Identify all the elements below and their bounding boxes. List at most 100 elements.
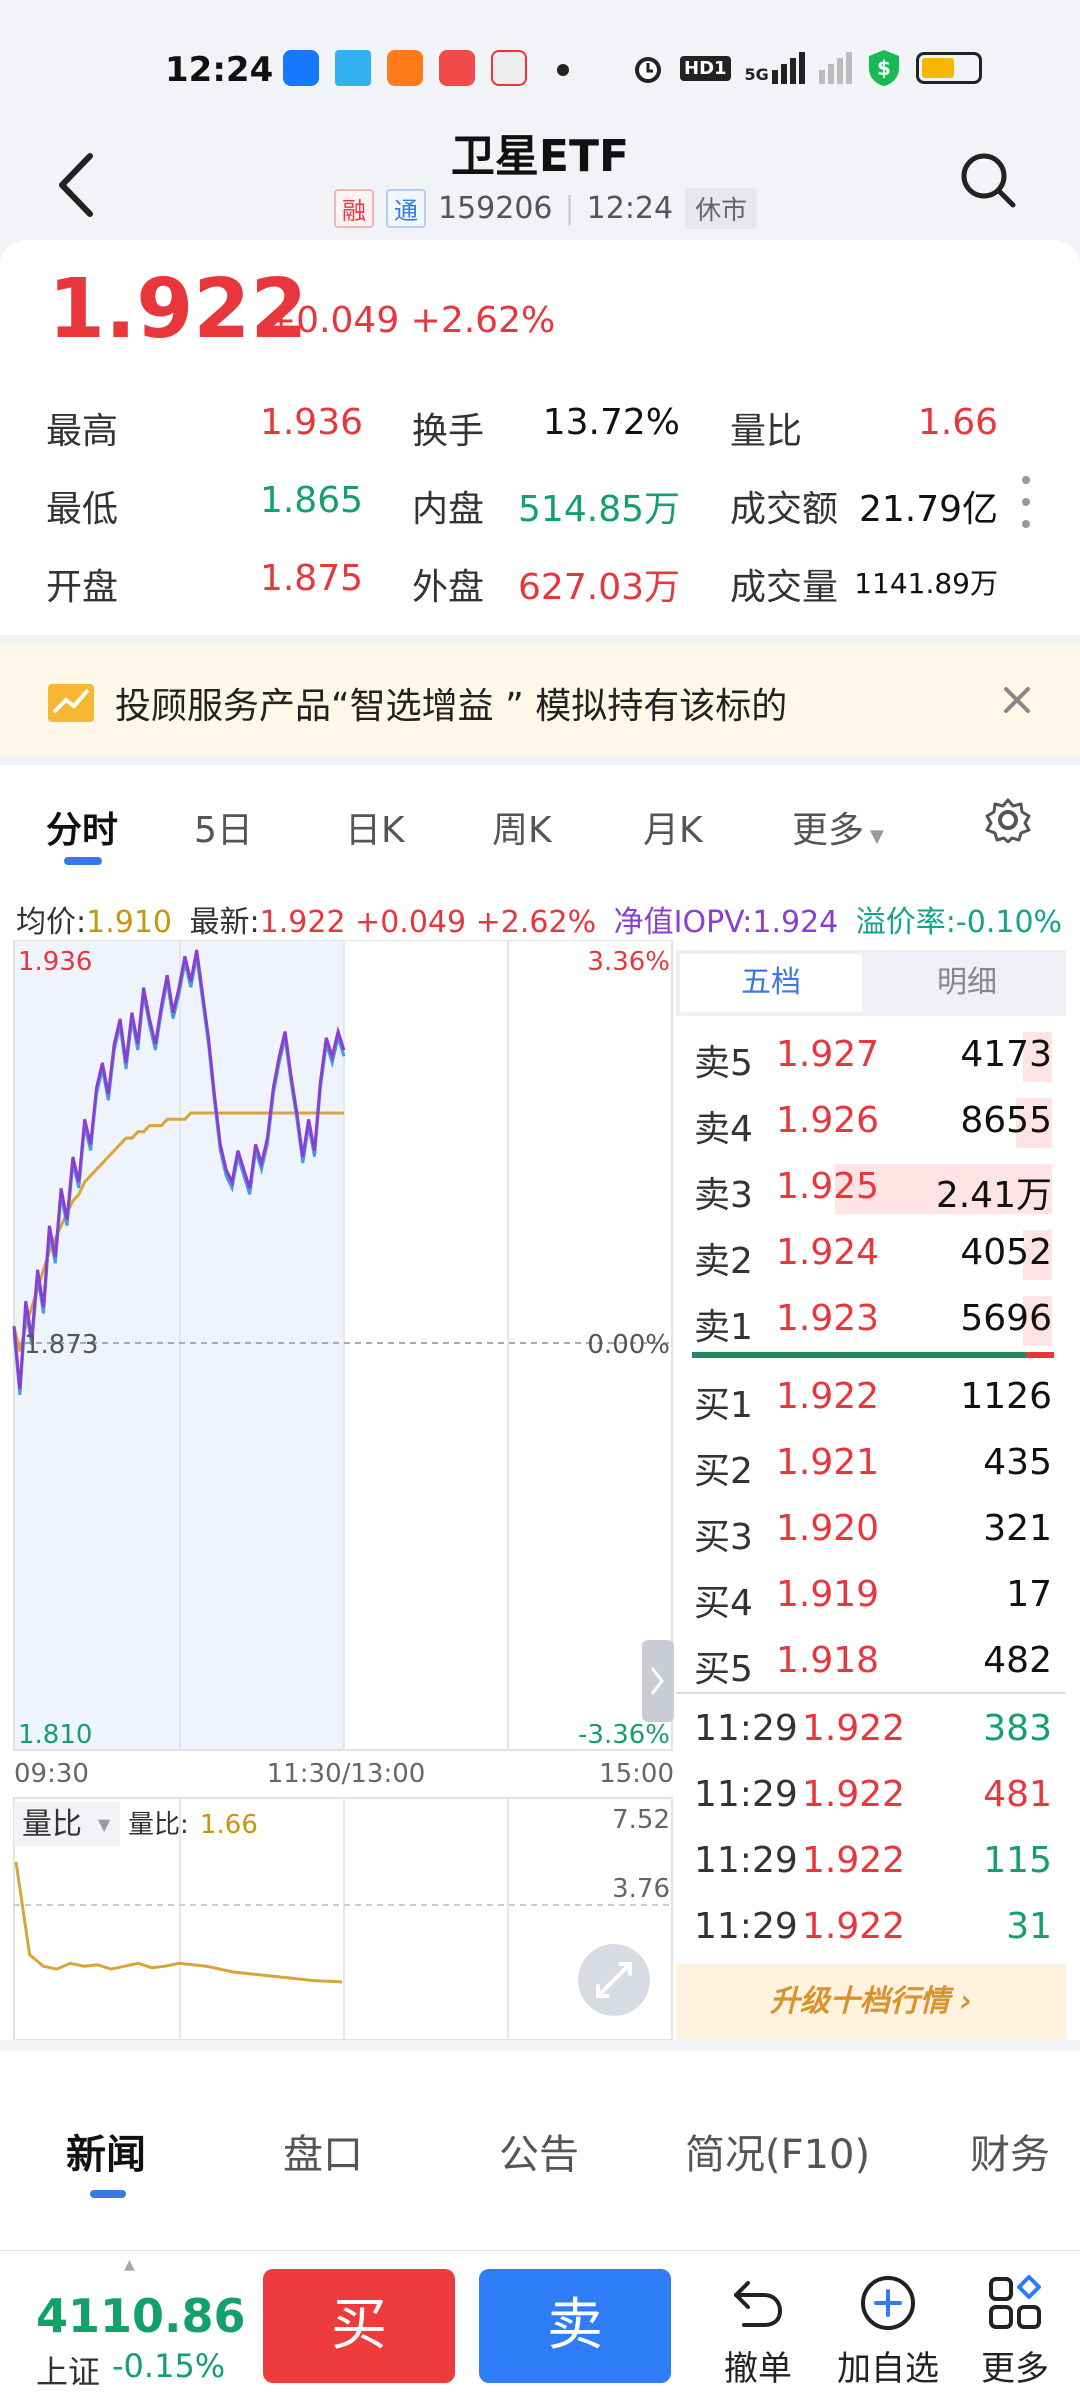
- volume-ratio-label: 量比:: [128, 1810, 189, 1840]
- avg-price: 1.910: [86, 905, 172, 940]
- tab-announcements[interactable]: 公告: [499, 2122, 579, 2180]
- search-icon[interactable]: [958, 150, 1018, 210]
- stat-value: 21.79亿: [858, 489, 998, 530]
- ask-row[interactable]: 卖5 1.927 4173: [676, 1024, 1066, 1090]
- x-label-mid: 11:30/13:00: [267, 1759, 426, 1789]
- ask-price: 1.924: [776, 1232, 880, 1273]
- x-label-open: 09:30: [14, 1759, 89, 1789]
- tab-profile-f10[interactable]: 简况(F10): [685, 2122, 870, 2180]
- tab-daily-k[interactable]: 日K: [345, 801, 405, 853]
- stat-value: 1141.89万: [854, 567, 998, 600]
- bid-level-label: 买1: [694, 1385, 753, 1426]
- signal-icon: 5G: [745, 52, 805, 84]
- stat-value: 1.936: [259, 402, 363, 443]
- expand-panel-handle[interactable]: [642, 1640, 674, 1722]
- bid-row[interactable]: 买2 1.921 435: [676, 1432, 1066, 1498]
- grid-icon: [989, 2275, 1041, 2329]
- bid-row[interactable]: 买4 1.919 17: [676, 1564, 1066, 1630]
- ask-row[interactable]: 卖3 1.925 2.41万: [676, 1156, 1066, 1222]
- tab-five-levels[interactable]: 五档: [680, 954, 862, 1012]
- hd-icon: HD1: [680, 55, 731, 81]
- stat-label: 成交额: [730, 489, 839, 530]
- pct-min-label: -3.36%: [578, 1720, 670, 1750]
- y-mid-label: 1.873: [24, 1330, 98, 1360]
- bid-price: 1.922: [776, 1376, 880, 1417]
- page-title: 卫星ETF: [450, 131, 630, 182]
- stock-subline: 融 通 159206 | 12:24 休市: [334, 188, 758, 229]
- upgrade-level10-button[interactable]: 升级十档行情 ›: [676, 1964, 1066, 2040]
- tab-weekly-k[interactable]: 周K: [492, 801, 552, 853]
- chart-tabs: 分时 5日 日K 周K 月K 更多 ▼: [0, 765, 1080, 875]
- trend-chart-icon: [48, 684, 94, 722]
- advisory-banner[interactable]: 投顾服务产品“智选增益 ” 模拟持有该标的: [0, 645, 1080, 755]
- tab-indicator: [64, 857, 102, 865]
- more-vertical-icon[interactable]: [1020, 472, 1032, 532]
- bid-price: 1.918: [776, 1640, 880, 1681]
- app-icon: [387, 50, 423, 86]
- signal-2-icon: [818, 52, 852, 84]
- tab-more[interactable]: 更多 ▼: [792, 801, 884, 853]
- trade-time: 11:29: [694, 1708, 798, 1749]
- buy-button[interactable]: 买: [263, 2269, 455, 2383]
- ask-qty: 4173: [960, 1034, 1052, 1075]
- volume-tick-max: 7.52: [612, 1805, 670, 1835]
- app-icon: [491, 50, 527, 86]
- stat-value: 13.72%: [542, 402, 680, 443]
- stat-value: 1.865: [259, 480, 363, 521]
- ask-qty: 4052: [960, 1232, 1052, 1273]
- ask-qty: 8655: [960, 1100, 1052, 1141]
- y-max-label: 1.936: [18, 947, 92, 977]
- tab-news[interactable]: 新闻: [66, 2122, 146, 2180]
- tab-trade-detail[interactable]: 明细: [876, 954, 1058, 1012]
- sell-button[interactable]: 卖: [479, 2269, 671, 2383]
- bid-row[interactable]: 买5 1.918 482: [676, 1630, 1066, 1696]
- ask-level-label: 卖4: [694, 1109, 753, 1150]
- bid-row[interactable]: 买3 1.920 321: [676, 1498, 1066, 1564]
- bid-price: 1.921: [776, 1442, 880, 1483]
- add-watchlist-button[interactable]: 加自选: [828, 2271, 948, 2390]
- bid-qty: 17: [1006, 1574, 1052, 1615]
- tab-intraday[interactable]: 分时: [46, 801, 118, 853]
- stat-label: 换手: [412, 411, 485, 452]
- stat-label: 最高: [46, 411, 119, 452]
- volume-tick-mid: 3.76: [612, 1874, 670, 1904]
- caret-up-icon: ▲: [124, 2257, 135, 2273]
- bid-price: 1.919: [776, 1574, 880, 1615]
- tab-handicap[interactable]: 盘口: [283, 2122, 363, 2180]
- stock-code: 159206: [438, 191, 553, 226]
- order-book: 五档 明细 卖5 1.927 4173 卖4 1.926 8655 卖3 1.925 2.41万…: [676, 950, 1066, 2040]
- notification-dot-icon: [557, 64, 569, 76]
- ask-level-label: 卖3: [694, 1175, 753, 1216]
- market-state-badge: 休市: [685, 188, 758, 229]
- tab-5day[interactable]: 5日: [194, 801, 253, 853]
- bid-level-label: 买3: [694, 1517, 753, 1558]
- ask-row[interactable]: 卖1 1.923 5696: [676, 1288, 1066, 1354]
- news-tabs: 新闻 盘口 公告 简况(F10) 财务: [0, 2050, 1080, 2250]
- connect-tag: 通: [386, 189, 426, 228]
- close-icon[interactable]: [1000, 683, 1034, 717]
- trade-time: 11:29: [694, 1906, 798, 1947]
- intraday-chart[interactable]: 1.936 1.873 1.810 3.36% 0.00% -3.36% 09:…: [0, 940, 676, 2040]
- ask-price: 1.925: [776, 1166, 880, 1207]
- undo-order-button[interactable]: 撤单: [698, 2271, 818, 2390]
- ask-price: 1.927: [776, 1034, 880, 1075]
- index-value[interactable]: 4110.86: [36, 2289, 246, 2343]
- index-change: -0.15%: [112, 2347, 226, 2385]
- ask-row[interactable]: 卖2 1.924 4052: [676, 1222, 1066, 1288]
- latest-price: 1.922 +0.049 +2.62%: [259, 905, 597, 940]
- quote-time: 12:24: [586, 191, 674, 226]
- stat-value: 1.875: [259, 558, 363, 599]
- stat-label: 内盘: [412, 489, 485, 530]
- tab-indicator: [90, 2190, 126, 2198]
- ask-price: 1.926: [776, 1100, 880, 1141]
- bid-level-label: 买4: [694, 1583, 753, 1624]
- chart-info-line: 均价:1.910 最新:1.922 +0.049 +2.62% 净值IOPV:1…: [16, 905, 1063, 940]
- ask-row[interactable]: 卖4 1.926 8655: [676, 1090, 1066, 1156]
- more-button[interactable]: 更多: [955, 2271, 1075, 2390]
- bid-qty: 435: [983, 1442, 1052, 1483]
- tab-finance[interactable]: 财务: [970, 2122, 1050, 2180]
- tab-monthly-k[interactable]: 月K: [643, 801, 703, 853]
- gear-icon[interactable]: [985, 797, 1031, 843]
- battery-icon: [915, 52, 982, 84]
- bid-row[interactable]: 买1 1.922 1126: [676, 1366, 1066, 1432]
